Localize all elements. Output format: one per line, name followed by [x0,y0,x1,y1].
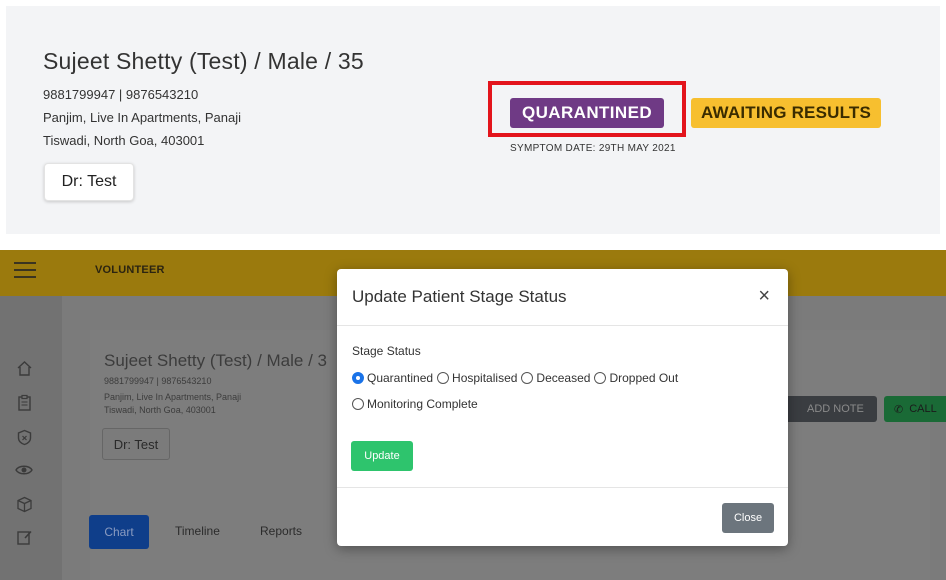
bg-address-line1: Panjim, Live In Apartments, Panaji [104,392,242,402]
radio-checked-icon [352,372,364,384]
tab-chart[interactable]: Chart [89,515,149,549]
radio-label: Dropped Out [609,371,679,385]
patient-address-line1: Panjim, Live In Apartments, Panaji [43,110,241,125]
update-stage-modal: Update Patient Stage Status × Stage Stat… [337,269,788,546]
doctor-chip: Dr: Test [44,163,134,201]
modal-header: Update Patient Stage Status × [337,269,788,326]
edit-icon[interactable] [14,527,34,547]
modal-footer: Close [337,487,788,546]
call-button[interactable]: ✆ CALL [884,396,946,422]
radio-unchecked-icon [594,372,607,384]
bg-patient-name: Sujeet Shetty (Test) / Male / 3 [104,351,327,370]
add-note-label: ADD NOTE [807,403,864,415]
radio-hospitalised[interactable]: Hospitalised [437,371,517,385]
radio-label: Hospitalised [452,371,518,385]
quarantined-badge: QUARANTINED [510,98,665,128]
eye-icon[interactable] [14,460,34,480]
sidebar [0,296,62,580]
modal-title: Update Patient Stage Status [352,287,567,306]
radio-label: Monitoring Complete [367,397,478,411]
close-button[interactable]: Close [722,503,774,533]
home-icon[interactable] [14,358,34,378]
radio-label: Quarantined [367,371,434,385]
tab-timeline[interactable]: Timeline [175,524,220,538]
radio-unchecked-icon [352,398,364,410]
tab-reports[interactable]: Reports [260,524,302,538]
bg-address-line2: Tiswadi, North Goa, 403001 [104,405,216,415]
update-button[interactable]: Update [351,441,413,471]
call-label: CALL [909,403,937,415]
close-icon[interactable]: × [758,285,770,308]
radio-unchecked-icon [521,372,534,384]
symptom-date: SYMPTOM DATE: 29TH MAY 2021 [510,143,676,154]
radio-quarantined[interactable]: Quarantined [352,371,433,385]
stage-status-label: Stage Status [352,344,421,358]
role-label: VOLUNTEER [95,264,165,276]
hamburger-menu-icon[interactable] [14,262,36,280]
radio-dropped-out[interactable]: Dropped Out [594,371,678,385]
awaiting-results-badge: AWAITING RESULTS [691,98,882,128]
radio-label: Deceased [536,371,591,385]
radio-deceased[interactable]: Deceased [521,371,590,385]
radio-unchecked-icon [437,372,450,384]
shield-icon[interactable] [14,427,34,447]
add-note-button[interactable]: ADD NOTE [781,396,877,422]
clipboard-icon[interactable] [14,392,34,412]
box-icon[interactable] [14,494,34,514]
stage-options-row2: Monitoring Complete [352,397,482,411]
patient-address-line2: Tiswadi, North Goa, 403001 [43,133,205,148]
patient-phones: 9881799947 | 9876543210 [43,87,199,102]
patient-name: Sujeet Shetty (Test) / Male / 35 [43,48,364,74]
bg-patient-phones: 9881799947 | 9876543210 [104,376,212,386]
patient-summary-panel: Sujeet Shetty (Test) / Male / 35 9881799… [6,6,940,234]
stage-options-row1: Quarantined Hospitalised Deceased Droppe… [352,371,682,385]
radio-monitoring-complete[interactable]: Monitoring Complete [352,397,478,411]
bg-doctor-chip: Dr: Test [102,428,170,460]
phone-icon: ✆ [894,403,904,416]
